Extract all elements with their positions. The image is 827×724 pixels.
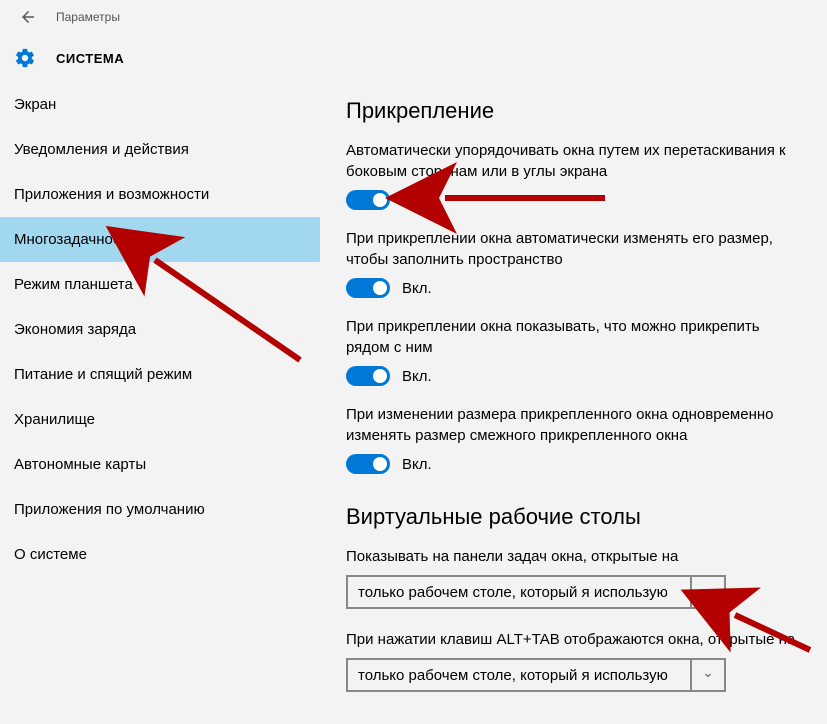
toggle-state-label: Вкл. bbox=[402, 192, 432, 209]
sidebar-item-default-apps[interactable]: Приложения по умолчанию bbox=[0, 487, 320, 532]
sidebar-item-notifications[interactable]: Уведомления и действия bbox=[0, 127, 320, 172]
section-title-snap: Прикрепление bbox=[346, 98, 807, 124]
sidebar-item-label: Экран bbox=[14, 96, 56, 113]
dropdown-value: только рабочем столе, который я использу… bbox=[348, 667, 690, 684]
snap-opt4-row: Вкл. bbox=[346, 454, 807, 474]
sidebar-item-power[interactable]: Питание и спящий режим bbox=[0, 352, 320, 397]
header: СИСТЕМА bbox=[0, 34, 827, 82]
snap-opt1-toggle[interactable] bbox=[346, 190, 390, 210]
snap-opt2-row: Вкл. bbox=[346, 278, 807, 298]
snap-opt2-toggle[interactable] bbox=[346, 278, 390, 298]
sidebar: Экран Уведомления и действия Приложения … bbox=[0, 82, 320, 724]
sidebar-item-label: Уведомления и действия bbox=[14, 141, 189, 158]
snap-opt4-desc: При изменении размера прикрепленного окн… bbox=[346, 404, 807, 446]
sidebar-item-label: Многозадачность bbox=[14, 231, 135, 248]
main-panel: Прикрепление Автоматически упорядочивать… bbox=[320, 82, 827, 724]
vdesk-taskbar-label: Показывать на панели задач окна, открыты… bbox=[346, 546, 807, 567]
toggle-state-label: Вкл. bbox=[402, 456, 432, 473]
back-arrow-icon bbox=[19, 8, 37, 26]
section-title-vdesk: Виртуальные рабочие столы bbox=[346, 504, 807, 530]
sidebar-item-battery[interactable]: Экономия заряда bbox=[0, 307, 320, 352]
sidebar-item-about[interactable]: О системе bbox=[0, 532, 320, 577]
sidebar-item-label: Приложения по умолчанию bbox=[14, 501, 205, 518]
snap-opt3-desc: При прикреплении окна показывать, что мо… bbox=[346, 316, 807, 358]
snap-opt1-desc: Автоматически упорядочивать окна путем и… bbox=[346, 140, 807, 182]
vdesk-taskbar-select[interactable]: только рабочем столе, который я использу… bbox=[346, 575, 726, 609]
toggle-state-label: Вкл. bbox=[402, 368, 432, 385]
gear-icon bbox=[14, 47, 36, 69]
sidebar-item-tablet[interactable]: Режим планшета bbox=[0, 262, 320, 307]
sidebar-item-display[interactable]: Экран bbox=[0, 82, 320, 127]
chevron-down-icon bbox=[690, 577, 724, 607]
snap-opt2-desc: При прикреплении окна автоматически изме… bbox=[346, 228, 807, 270]
chevron-down-icon bbox=[690, 660, 724, 690]
sidebar-item-offline-maps[interactable]: Автономные карты bbox=[0, 442, 320, 487]
sidebar-item-apps[interactable]: Приложения и возможности bbox=[0, 172, 320, 217]
header-title: СИСТЕМА bbox=[56, 51, 124, 66]
sidebar-item-label: Хранилище bbox=[14, 411, 95, 428]
snap-opt1-row: Вкл. bbox=[346, 190, 807, 210]
sidebar-item-label: Режим планшета bbox=[14, 276, 133, 293]
sidebar-item-label: Приложения и возможности bbox=[14, 186, 209, 203]
snap-opt3-row: Вкл. bbox=[346, 366, 807, 386]
sidebar-item-label: Автономные карты bbox=[14, 456, 146, 473]
back-button[interactable] bbox=[10, 0, 46, 34]
sidebar-item-label: О системе bbox=[14, 546, 87, 563]
window-title: Параметры bbox=[56, 10, 120, 24]
snap-opt3-toggle[interactable] bbox=[346, 366, 390, 386]
sidebar-item-label: Экономия заряда bbox=[14, 321, 136, 338]
sidebar-item-storage[interactable]: Хранилище bbox=[0, 397, 320, 442]
titlebar: Параметры bbox=[0, 0, 827, 34]
vdesk-alttab-label: При нажатии клавиш ALT+TAB отображаются … bbox=[346, 629, 807, 650]
sidebar-item-label: Питание и спящий режим bbox=[14, 366, 192, 383]
sidebar-item-multitasking[interactable]: Многозадачность bbox=[0, 217, 320, 262]
snap-opt4-toggle[interactable] bbox=[346, 454, 390, 474]
toggle-state-label: Вкл. bbox=[402, 280, 432, 297]
dropdown-value: только рабочем столе, который я использу… bbox=[348, 584, 690, 601]
vdesk-alttab-select[interactable]: только рабочем столе, который я использу… bbox=[346, 658, 726, 692]
